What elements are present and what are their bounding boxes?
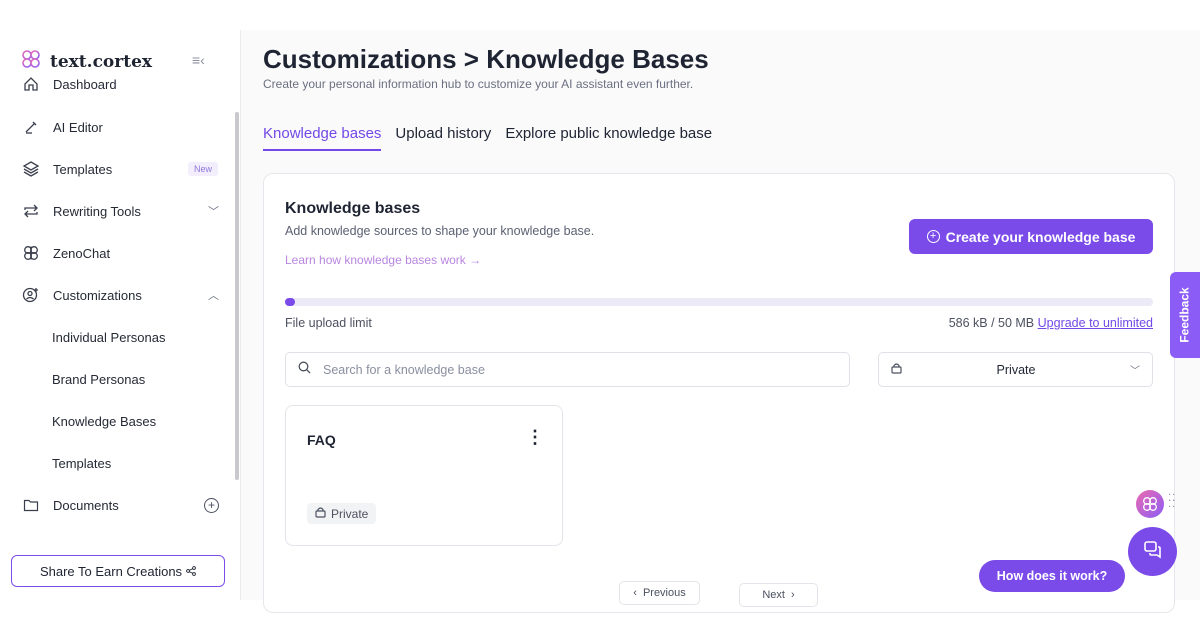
more-options-icon[interactable]: ⋮	[526, 428, 544, 446]
privacy-badge: Private	[307, 503, 377, 524]
learn-how-link[interactable]: Learn how knowledge bases work →	[285, 253, 481, 267]
sidebar-item-label: Dashboard	[53, 76, 117, 92]
tab-upload-history[interactable]: Upload history	[395, 125, 491, 151]
sidebar-item-rewriting-tools[interactable]: Rewriting Tools ﹀	[0, 190, 240, 232]
sidebar-item-brand-personas[interactable]: Brand Personas	[0, 358, 240, 400]
sidebar-item-individual-personas[interactable]: Individual Personas	[0, 316, 240, 358]
chevron-right-icon: ›	[790, 589, 795, 601]
chevron-down-icon[interactable]: ﹀	[208, 203, 219, 219]
sidebar-item-label: Knowledge Bases	[52, 413, 157, 429]
upgrade-link[interactable]: Upgrade to unlimited	[1038, 316, 1153, 330]
previous-page-button[interactable]: ‹ Previous	[619, 581, 700, 605]
knowledge-bases-panel: Knowledge bases Add knowledge sources to…	[263, 173, 1175, 613]
home-icon	[22, 75, 40, 93]
sidebar-item-label: Individual Personas	[52, 329, 166, 345]
upload-limit-label: File upload limit	[285, 316, 372, 330]
sidebar-item-ai-editor[interactable]: AI Editor	[0, 106, 240, 148]
create-knowledge-base-button[interactable]: + Create your knowledge base	[909, 219, 1153, 254]
sidebar-item-zenochat[interactable]: ZenoChat	[0, 232, 240, 274]
lock-icon	[891, 362, 902, 377]
sidebar-item-label: Rewriting Tools	[53, 203, 141, 219]
pen-icon	[22, 118, 40, 136]
brand[interactable]: text.cortex	[20, 48, 152, 75]
upload-usage: 586 kB / 50 MB Upgrade to unlimited	[949, 316, 1153, 330]
upload-limit-progress	[285, 298, 1153, 306]
search-box[interactable]	[285, 352, 850, 387]
sidebar-item-label: Brand Personas	[52, 371, 146, 387]
upload-progress-fill	[285, 298, 296, 306]
feedback-label: Feedback	[1178, 287, 1193, 343]
repeat-icon	[22, 202, 40, 220]
share-icon	[186, 564, 196, 579]
knowledge-base-title: FAQ	[307, 432, 336, 448]
sidebar-item-label: Documents	[53, 497, 119, 513]
collapse-sidebar-icon[interactable]: ≡‹	[192, 52, 205, 68]
sidebar: text.cortex ≡‹ Dashboard AI Editor Templ…	[0, 30, 241, 600]
brain-logo-icon	[20, 48, 42, 75]
layers-icon	[22, 160, 40, 178]
search-icon	[298, 361, 311, 379]
next-label: Next	[762, 589, 785, 601]
assistant-avatar-icon[interactable]	[1136, 490, 1164, 518]
create-button-label: Create your knowledge base	[945, 228, 1136, 245]
section-title: Knowledge bases	[285, 200, 421, 217]
brand-name: text.cortex	[50, 51, 153, 72]
share-button-label: Share To Earn Creations	[39, 563, 183, 579]
sidebar-item-custom-templates[interactable]: Templates	[0, 442, 240, 484]
plus-circle-icon: +	[926, 230, 940, 243]
sidebar-nav: Dashboard AI Editor Templates New Rewrit…	[0, 77, 240, 526]
new-badge: New	[188, 162, 219, 176]
previous-label: Previous	[642, 587, 686, 599]
chevron-up-icon[interactable]: ︿	[208, 287, 219, 303]
chat-icon	[1143, 539, 1163, 564]
sidebar-item-knowledge-bases[interactable]: Knowledge Bases	[0, 400, 240, 442]
visibility-filter-select[interactable]: Private ﹀	[878, 352, 1153, 387]
chevron-down-icon: ﹀	[1130, 366, 1140, 377]
sidebar-item-customizations[interactable]: Customizations ︿	[0, 274, 240, 316]
page-subtitle: Create your personal information hub to …	[263, 77, 694, 91]
share-to-earn-button[interactable]: Share To Earn Creations	[11, 555, 225, 587]
sidebar-item-label: ZenoChat	[53, 245, 111, 261]
sidebar-item-documents[interactable]: Documents +	[0, 484, 240, 526]
lock-icon	[315, 506, 326, 521]
drag-handle-icon[interactable]: ⁚⁚ ⁚⁚	[1168, 494, 1176, 510]
chat-button[interactable]	[1128, 527, 1177, 576]
sidebar-item-label: Templates	[53, 161, 113, 177]
sidebar-item-label: Customizations	[53, 287, 142, 303]
folder-icon	[22, 496, 40, 514]
sidebar-item-label: Templates	[52, 455, 112, 471]
knowledge-base-card[interactable]: FAQ ⋮ Private	[285, 405, 563, 546]
next-page-button[interactable]: Next ›	[739, 583, 818, 607]
how-does-it-work-button[interactable]: How does it work?	[979, 560, 1125, 592]
section-description: Add knowledge sources to shape your know…	[285, 224, 595, 238]
sidebar-item-templates[interactable]: Templates New	[0, 148, 240, 190]
tab-knowledge-bases[interactable]: Knowledge bases	[263, 125, 382, 151]
brain-icon	[22, 244, 40, 262]
filter-value: Private	[996, 362, 1036, 377]
search-input[interactable]	[323, 362, 803, 377]
user-add-icon	[22, 286, 40, 304]
sidebar-item-dashboard[interactable]: Dashboard	[0, 74, 240, 94]
feedback-tab[interactable]: Feedback	[1170, 272, 1200, 358]
sidebar-scrollbar[interactable]	[235, 112, 239, 480]
privacy-label: Private	[331, 506, 369, 521]
plus-circle-icon[interactable]: +	[204, 497, 219, 513]
app-window: text.cortex ≡‹ Dashboard AI Editor Templ…	[0, 30, 1200, 613]
sidebar-item-label: AI Editor	[53, 119, 103, 135]
page-title: Customizations > Knowledge Bases	[263, 44, 709, 74]
tab-explore-public[interactable]: Explore public knowledge base	[505, 125, 712, 151]
usage-value: 586 kB / 50 MB	[948, 316, 1035, 330]
tab-bar: Knowledge bases Upload history Explore p…	[263, 125, 712, 151]
chevron-left-icon: ‹	[633, 587, 637, 599]
main-content: Customizations > Knowledge Bases Create …	[241, 30, 1200, 613]
